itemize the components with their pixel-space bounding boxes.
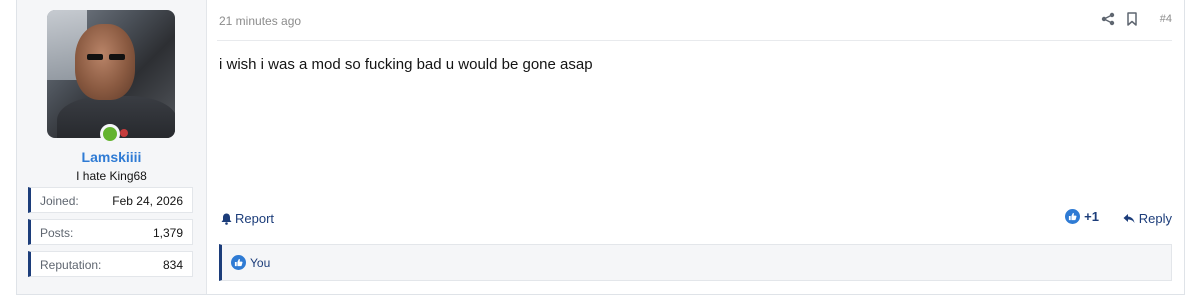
- stat-posts: Posts: 1,379: [28, 219, 193, 245]
- avatar-eyeblack-right: [109, 54, 125, 60]
- forum-post: Lamskiiii I hate King68 Joined: Feb 24, …: [16, 0, 1185, 295]
- user-info-panel: Lamskiiii I hate King68 Joined: Feb 24, …: [17, 0, 207, 294]
- reactions-users[interactable]: You: [250, 256, 270, 270]
- post-content: 21 minutes ago #4 i wish i was a mod so …: [217, 0, 1172, 294]
- stat-label: Reputation:: [40, 258, 102, 272]
- bell-icon: [221, 213, 232, 225]
- stat-reputation: Reputation: 834: [28, 251, 193, 277]
- like-summary[interactable]: +1: [1065, 209, 1099, 224]
- status-secondary-dot: [120, 129, 128, 137]
- share-icon[interactable]: [1101, 12, 1115, 26]
- thumbs-up-icon: [231, 255, 246, 270]
- avatar-container[interactable]: [47, 10, 175, 144]
- reply-label: Reply: [1138, 211, 1172, 226]
- avatar-face: [75, 24, 135, 100]
- post-number-link[interactable]: #4: [1160, 13, 1172, 25]
- stat-label: Joined:: [40, 194, 79, 208]
- stat-value: Feb 24, 2026: [112, 194, 183, 208]
- post-timestamp[interactable]: 21 minutes ago: [219, 14, 301, 28]
- user-title: I hate King68: [76, 169, 147, 183]
- avatar-eyeblack-left: [87, 54, 103, 60]
- thumbs-up-icon: [1065, 209, 1081, 224]
- reactions-bar[interactable]: You: [219, 244, 1172, 281]
- online-status-icon: [100, 124, 120, 144]
- stat-value: 1,379: [152, 226, 183, 240]
- reply-button[interactable]: Reply: [1123, 211, 1172, 226]
- stat-value: 834: [162, 258, 183, 272]
- avatar[interactable]: [47, 10, 175, 138]
- like-count[interactable]: +1: [1084, 209, 1099, 224]
- header-divider: [217, 40, 1172, 41]
- stat-joined: Joined: Feb 24, 2026: [28, 187, 193, 213]
- report-label: Report: [235, 211, 275, 226]
- username-link[interactable]: Lamskiiii: [17, 149, 206, 165]
- bookmark-icon[interactable]: [1126, 12, 1138, 26]
- report-button[interactable]: Report: [221, 211, 274, 226]
- post-message: i wish i was a mod so fucking bad u woul…: [219, 56, 593, 73]
- reply-arrow-icon: [1123, 214, 1135, 223]
- stat-label: Posts:: [40, 226, 74, 240]
